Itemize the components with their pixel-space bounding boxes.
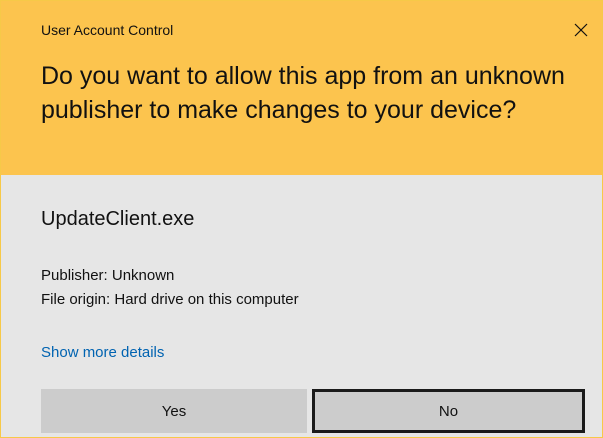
uac-dialog: User Account Control Do you want to allo… [0, 0, 603, 438]
file-origin-info: File origin: Hard drive on this computer [41, 291, 299, 308]
app-name: UpdateClient.exe [41, 208, 195, 230]
no-button[interactable]: No [312, 389, 585, 433]
yes-button[interactable]: Yes [41, 389, 307, 433]
publisher-info: Publisher: Unknown [41, 267, 175, 284]
dialog-body: UpdateClient.exe Publisher: Unknown File… [1, 175, 602, 437]
close-icon [574, 23, 588, 37]
show-more-details-link[interactable]: Show more details [41, 344, 164, 361]
prompt-question: Do you want to allow this app from an un… [41, 62, 565, 124]
dialog-header: User Account Control Do you want to allo… [1, 1, 602, 175]
close-button[interactable] [566, 15, 596, 45]
dialog-title: User Account Control [41, 22, 174, 38]
